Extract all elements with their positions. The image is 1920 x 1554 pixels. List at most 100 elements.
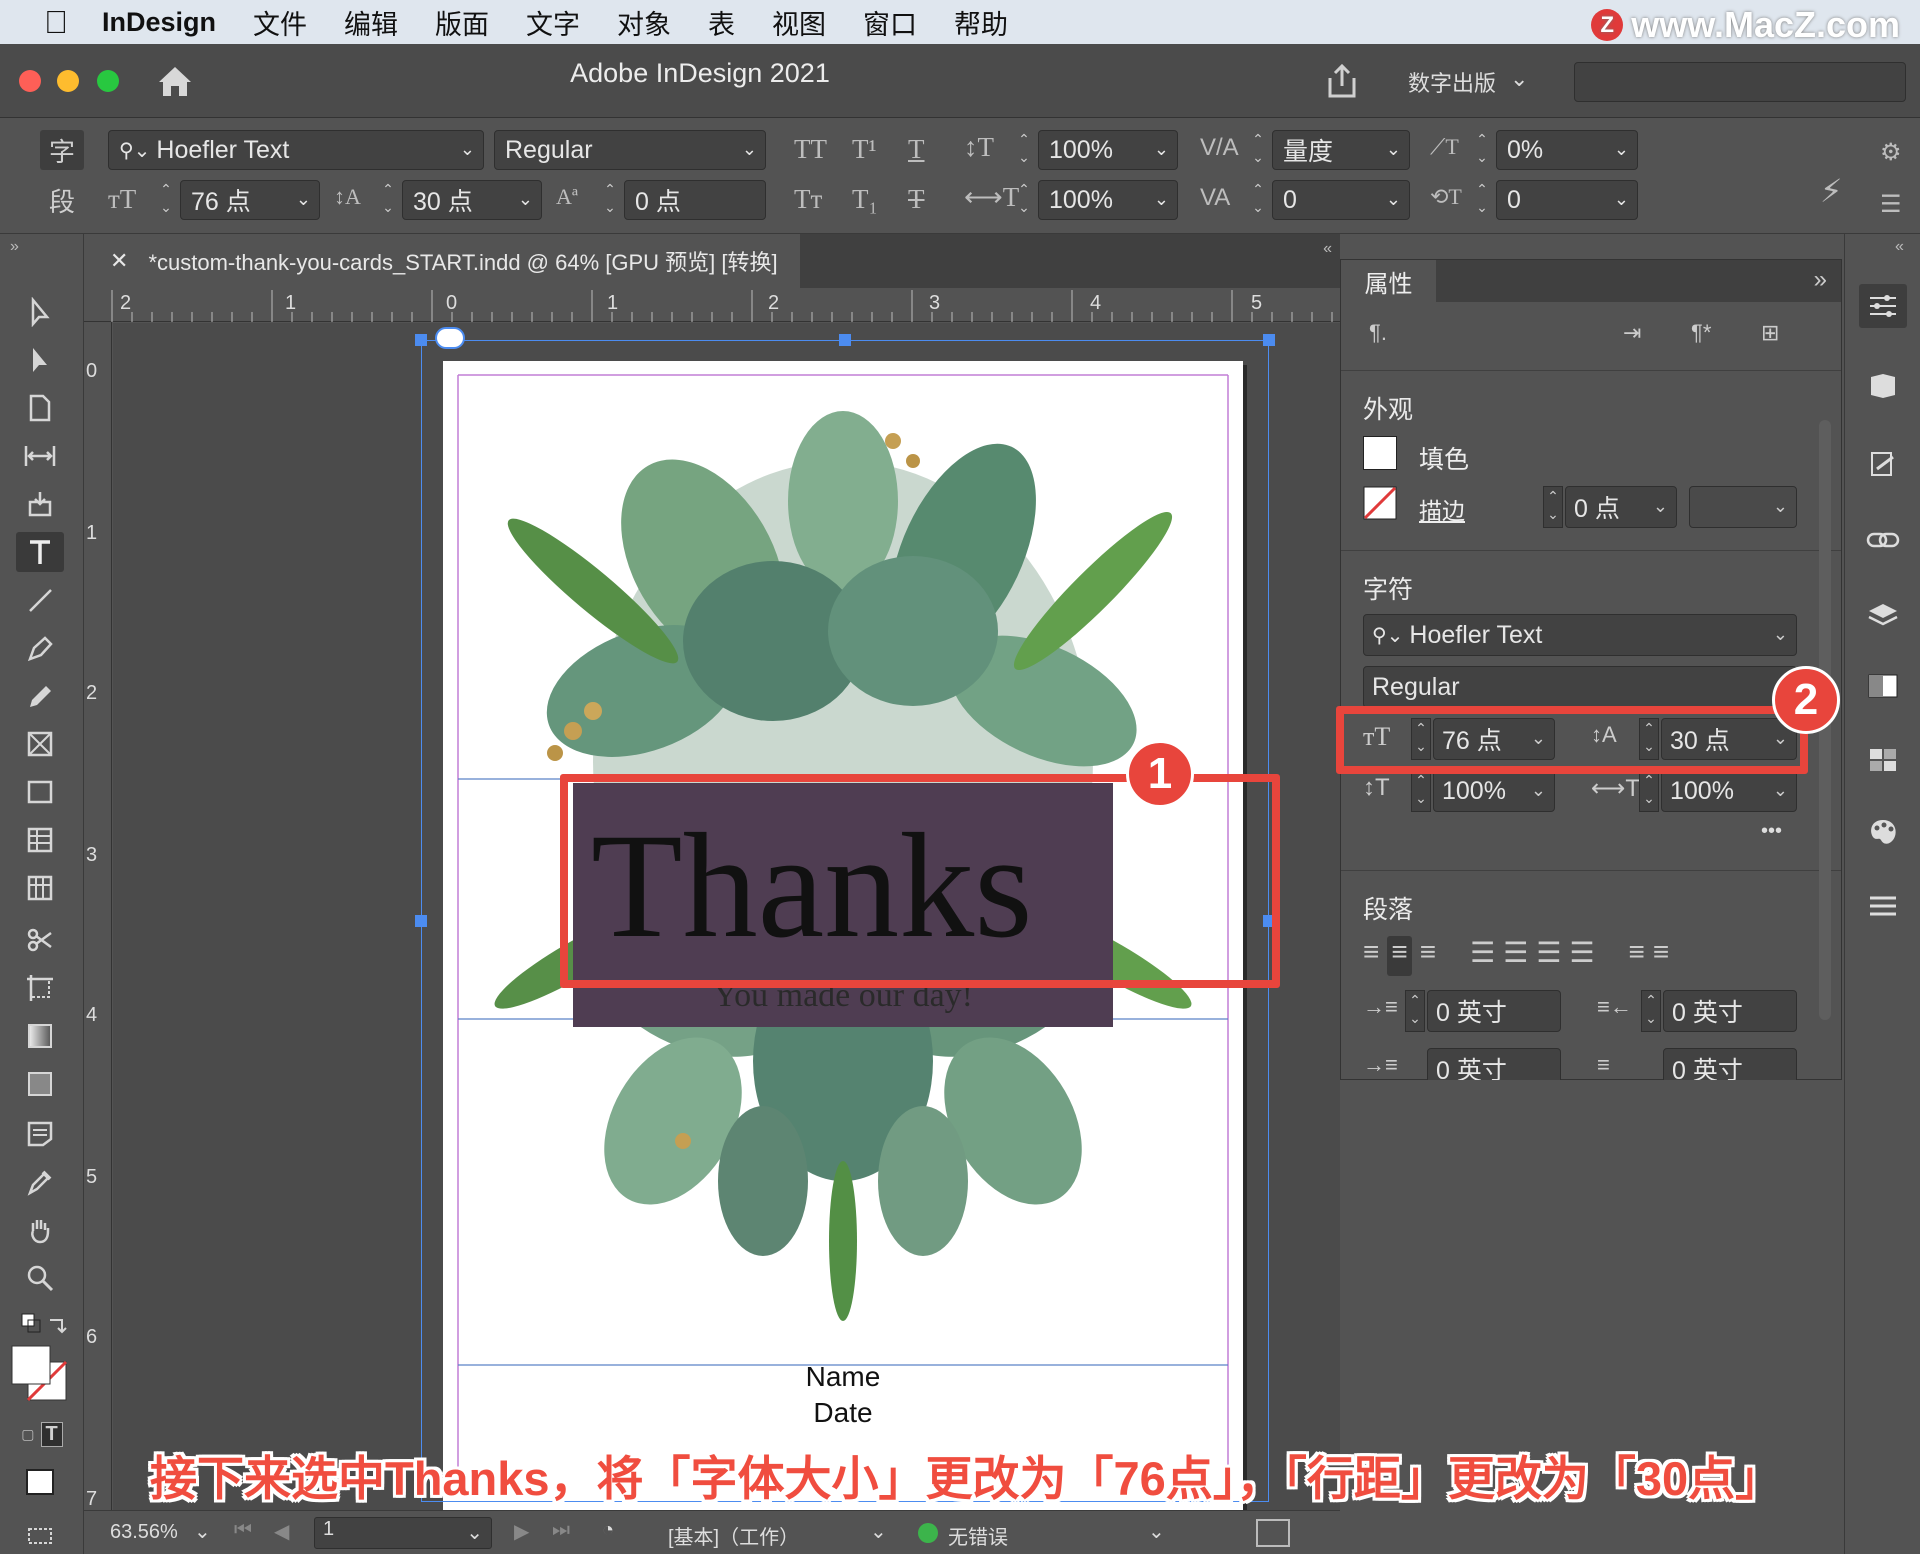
chevron-down-icon[interactable]: ⌄: [1386, 189, 1401, 210]
import-icon[interactable]: ⇥: [1623, 320, 1641, 346]
justify-right-icon[interactable]: ☰: [1536, 936, 1561, 976]
menu-table[interactable]: 表: [708, 3, 735, 42]
first-page-icon[interactable]: ⏮: [234, 1519, 252, 1542]
panel-expand-icon[interactable]: »: [1814, 266, 1827, 294]
resize-handle[interactable]: [839, 334, 851, 346]
screen-mode-icon[interactable]: [16, 1514, 64, 1554]
superscript-icon[interactable]: T¹: [852, 134, 877, 165]
rotation-stepper[interactable]: ⌃ ⌄: [1472, 180, 1492, 220]
chevron-down-icon[interactable]: ⌄: [1773, 624, 1788, 645]
strikethrough-icon[interactable]: T: [908, 184, 925, 215]
clear-overrides-icon[interactable]: ¶*: [1691, 320, 1711, 346]
panel-horizontal-scale-input[interactable]: 100% ⌄: [1661, 770, 1797, 812]
justify-center-icon[interactable]: ☰: [1503, 936, 1528, 976]
panel-menu-icon[interactable]: ☰: [1880, 190, 1902, 218]
chevron-down-icon[interactable]: ⌄: [1653, 496, 1668, 517]
last-line-indent-input[interactable]: 0 英寸: [1663, 1048, 1797, 1080]
font-size-input[interactable]: 76 点 ⌄: [180, 180, 320, 220]
gradient-swatch-tool-icon[interactable]: [16, 1016, 64, 1056]
table-tool-icon[interactable]: [16, 820, 64, 860]
eyedropper-tool-icon[interactable]: [16, 1162, 64, 1202]
rotation-input[interactable]: 0 ⌄: [1496, 180, 1638, 220]
panel-font-style-select[interactable]: Regular ⌄: [1363, 666, 1797, 708]
normal-mode-icon[interactable]: [16, 1462, 64, 1502]
chevron-down-icon[interactable]: ⌄: [1773, 496, 1788, 517]
subscript-icon[interactable]: T₁: [852, 184, 878, 215]
align-toward-spine-icon[interactable]: ≡: [1628, 936, 1644, 976]
note-tool-icon[interactable]: [16, 1114, 64, 1154]
zoom-level[interactable]: 63.56%: [110, 1521, 178, 1544]
justify-all-icon[interactable]: ☰: [1569, 936, 1594, 976]
tracking-input[interactable]: 0 ⌄: [1272, 180, 1410, 220]
stroke-label[interactable]: 描边: [1419, 492, 1465, 526]
pages-panel-icon[interactable]: [1859, 364, 1907, 408]
panel-font-family-input[interactable]: ⚲⌄ Hoefler Text ⌄: [1363, 614, 1797, 656]
document-tab[interactable]: ✕ *custom-thank-you-cards_START.indd @ 6…: [84, 234, 800, 288]
skew-input[interactable]: 0% ⌄: [1496, 130, 1638, 170]
next-page-icon[interactable]: ▶: [514, 1519, 529, 1544]
collapse-panels-icon[interactable]: «: [1323, 240, 1332, 258]
vertical-ruler[interactable]: 0 1 2 3 4 5 6 7: [84, 322, 112, 1510]
menu-window[interactable]: 窗口: [863, 3, 917, 42]
align-away-spine-icon[interactable]: ≡: [1653, 936, 1669, 976]
free-transform-tool-icon[interactable]: [16, 968, 64, 1008]
zoom-tool-icon[interactable]: [16, 1258, 64, 1298]
page-number-input[interactable]: 1 ⌄: [314, 1517, 492, 1549]
small-caps-icon[interactable]: Tт: [794, 184, 822, 215]
font-size-stepper[interactable]: ⌃ ⌄: [156, 180, 176, 220]
scissors-icon[interactable]: [16, 920, 64, 960]
first-line-indent-input[interactable]: 0 英寸: [1427, 1048, 1561, 1080]
formatting-affects-icon[interactable]: ▢ T: [12, 1414, 72, 1454]
links-panel-icon[interactable]: [1859, 518, 1907, 562]
swatches-panel-icon[interactable]: [1859, 664, 1907, 708]
chevron-down-icon[interactable]: ⌄: [1154, 139, 1169, 160]
apple-icon[interactable]: : [38, 4, 74, 40]
collapse-dock-icon[interactable]: «: [1895, 238, 1904, 256]
link-icon[interactable]: [435, 327, 465, 349]
align-center-icon[interactable]: ≡: [1387, 936, 1412, 976]
chevron-down-icon[interactable]: ⌄: [1773, 780, 1788, 801]
chevron-down-icon[interactable]: ⌄: [194, 1519, 211, 1544]
last-page-icon[interactable]: ⏭: [552, 1519, 570, 1542]
align-left-icon[interactable]: ≡: [1363, 936, 1379, 976]
quick-apply-icon[interactable]: ⚡: [1820, 172, 1842, 210]
skew-stepper[interactable]: ⌃ ⌄: [1472, 130, 1492, 170]
cc-libraries-icon[interactable]: [1859, 442, 1907, 486]
font-family-input[interactable]: ⚲⌄ Hoefler Text ⌄: [108, 130, 484, 170]
kerning-select[interactable]: 量度 ⌄: [1272, 130, 1410, 170]
left-indent-stepper[interactable]: ⌃ ⌄: [1405, 990, 1425, 1032]
rectangle-frame-tool-icon[interactable]: [16, 724, 64, 764]
paragraph-mark-icon[interactable]: ¶.: [1369, 320, 1387, 346]
content-collector-icon[interactable]: [16, 484, 64, 524]
panel-vertical-scale-stepper[interactable]: ⌃ ⌄: [1411, 770, 1431, 812]
tab-properties[interactable]: 属性: [1341, 260, 1436, 302]
character-mode-button[interactable]: 字: [40, 130, 84, 170]
expand-toolbar-icon[interactable]: »: [10, 238, 19, 256]
type-tool-icon[interactable]: [16, 532, 64, 572]
page-tool-icon[interactable]: [16, 388, 64, 428]
leading-input[interactable]: 30 点 ⌄: [402, 180, 542, 220]
gradient-feather-tool-icon[interactable]: [16, 1064, 64, 1104]
split-window-icon[interactable]: [1256, 1519, 1290, 1547]
baseline-shift-input[interactable]: 0 点: [624, 180, 766, 220]
menu-layout[interactable]: 版面: [435, 3, 489, 42]
fill-stroke-swatch[interactable]: [10, 1344, 70, 1404]
chevron-down-icon[interactable]: ⌄: [1148, 1519, 1165, 1544]
leading-stepper[interactable]: ⌃ ⌄: [378, 180, 398, 220]
horizontal-scale-stepper[interactable]: ⌃ ⌄: [1014, 180, 1034, 220]
stroke-panel-icon[interactable]: [1859, 884, 1907, 928]
gap-tool-icon[interactable]: [16, 436, 64, 476]
grid-tool-icon[interactable]: [16, 868, 64, 908]
horizontal-scale-input[interactable]: 100% ⌄: [1038, 180, 1178, 220]
resize-handle[interactable]: [415, 334, 427, 346]
chevron-down-icon[interactable]: ⌄: [466, 1520, 483, 1545]
add-icon[interactable]: ⊞: [1761, 320, 1779, 346]
vertical-scale-stepper[interactable]: ⌃ ⌄: [1014, 130, 1034, 170]
document-canvas[interactable]: Thanks You made our day! Name Date: [113, 323, 1340, 1510]
rectangle-tool-icon[interactable]: [16, 772, 64, 812]
share-icon[interactable]: [1323, 62, 1361, 100]
preflight-icon[interactable]: ◔: [602, 1519, 614, 1542]
chevron-down-icon[interactable]: ⌄: [870, 1519, 887, 1544]
previous-page-icon[interactable]: ◀: [274, 1519, 289, 1544]
all-caps-icon[interactable]: TT: [794, 134, 827, 165]
